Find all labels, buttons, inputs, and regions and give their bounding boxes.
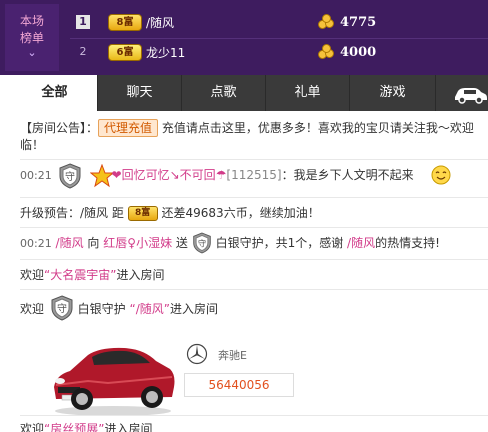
smile-emoji-icon [431,165,451,185]
car-icon[interactable] [452,83,488,105]
divider [20,415,488,416]
gift-receiver-name: 红唇 [103,236,128,250]
recharge-button[interactable]: 代理充值 [98,119,159,137]
gift-receiver[interactable]: 红唇♀小湿妹 [103,236,172,250]
gift-receiver-name-2: 小湿妹 [136,236,173,250]
announce-text: 充值请点击这里，优惠多多！喜欢我的宝贝请关注我～欢迎 [161,121,474,135]
announce-prefix: 【房间公告】： [20,121,99,135]
welcome-prefix: 欢迎 [20,268,45,282]
rank-score: 4000 [340,45,377,60]
welcome-prefix: 欢迎 [20,422,45,432]
divider [20,259,488,260]
message-time: 00:21 [20,237,52,250]
welcome-user[interactable]: “大名震宇宙” [44,268,116,282]
gift-sender[interactable]: /随风 [56,236,84,250]
rank-user-name[interactable]: 龙少11 [146,45,185,61]
welcome-suffix: 进入房间 [170,302,219,316]
divider [20,227,488,228]
gift-send-label: 送 [175,236,188,250]
chat-tabs: 全部 聊天 点歌 礼单 游戏 [12,75,488,111]
welcome-message: 欢迎“大名震宇宙”进入房间 [20,267,164,283]
rank-user-name[interactable]: /随风 [146,15,174,31]
gift-to-label: 向 [87,236,100,250]
welcome-user[interactable]: “/随风” [130,302,170,316]
rank-toggle[interactable]: 本场 榜单 ⌄ [5,4,59,71]
announcement-line2: 临！ [20,138,45,152]
tab-all[interactable]: 全部 [12,75,98,111]
welcome-suffix: 进入房间 [104,422,153,432]
mercedes-logo-icon [186,343,208,365]
tab-chat[interactable]: 聊天 [98,75,182,111]
gift-thanks: 的热情支持! [375,236,440,250]
welcome-message-guard: 欢迎 白银守护 “/随风”进入房间 [20,301,218,317]
coin-icon [318,14,336,30]
gift-message: 00:21 /随风 向 红唇♀小湿妹 送 白银守护，共1个，感谢 /随风的热情支… [20,235,440,252]
welcome-prefix: 欢迎 [20,302,45,316]
car-image [54,347,175,416]
chat-area: 全部 聊天 点歌 礼单 游戏 【房间公告】： 代理充值 充值请点击这里，优惠多多！… [12,75,488,432]
chat-user-id: [112515] [226,168,282,182]
car-plate-id: 56440056 [184,373,294,397]
welcome-message: 欢迎“房丝预展”进入房间 [20,421,152,432]
tab-game[interactable]: 游戏 [350,75,436,111]
coin-icon [318,44,336,60]
tab-song[interactable]: 点歌 [182,75,266,111]
announcement: 【房间公告】： 代理充值 充值请点击这里，优惠多多！喜欢我的宝贝请关注我～欢迎 [20,119,474,137]
message-time: 00:21 [20,169,52,182]
rank-number: 2 [79,45,87,58]
rank-score: 4775 [340,15,377,30]
divider [20,289,488,290]
rank-row-2[interactable]: 2 6富 龙少11 4000 [70,38,488,68]
gift-item: 白银守护，共1个，感谢 [215,236,344,250]
wealth-badge: 6富 [108,44,142,61]
rank-number: 1 [76,15,90,29]
chat-text: ：我是乡下人文明不起来 [281,168,414,182]
welcome-guard-label: 白银守护 [77,302,126,316]
wealth-badge: 8富 [127,206,158,221]
silver-guard-icon: 守 [193,232,211,254]
divider [20,197,488,198]
rank-label-line1: 本场 [19,14,44,28]
upgrade-notice: 升级预告：/随风 距 8富 还差49683六币，继续加油！ [20,205,320,221]
rank-row-1[interactable]: 1 8富 /随风 4775 [70,8,488,38]
gift-thanks-user[interactable]: /随风 [347,236,375,250]
wealth-badge: 8富 [108,14,142,31]
svg-text:守: 守 [198,238,206,248]
car-name: 奔驰E [218,349,247,362]
rank-panel: 本场 榜单 ⌄ 1 8富 /随风 4775 2 6富 龙少11 4000 [0,0,488,75]
chat-user-name[interactable]: ❤回忆可忆↘不可回☂ [112,168,227,182]
upgrade-text: 还差49683六币，继续加油！ [161,206,320,220]
tab-gift-list[interactable]: 礼单 [266,75,350,111]
female-icon: ♀ [127,236,137,250]
welcome-user[interactable]: “房丝预展” [44,422,104,432]
divider [20,159,488,160]
upgrade-prefix: 升级预告：/随风 距 [20,206,124,220]
chevron-down-icon[interactable]: ⌄ [5,46,59,59]
welcome-suffix: 进入房间 [116,268,165,282]
chat-message: 00:21 ❤回忆可忆↘不可回☂[112515]：我是乡下人文明不起来 [20,167,414,184]
rank-label-line2: 榜单 [19,31,44,45]
